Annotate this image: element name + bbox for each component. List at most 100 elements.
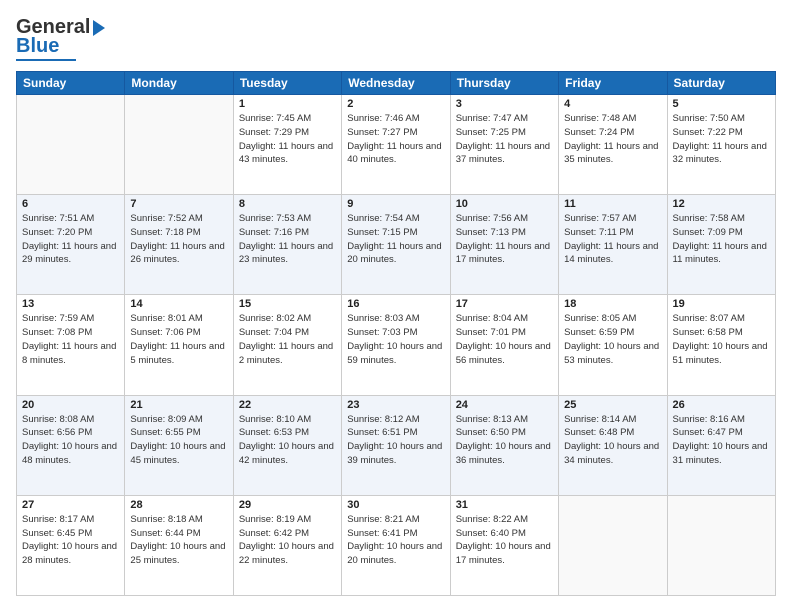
day-number: 19	[673, 298, 770, 310]
day-number: 2	[347, 98, 444, 110]
day-info: Sunrise: 8:16 AM Sunset: 6:47 PM Dayligh…	[673, 413, 770, 468]
day-cell: 11Sunrise: 7:57 AM Sunset: 7:11 PM Dayli…	[559, 195, 667, 295]
logo: General Blue	[16, 16, 105, 61]
day-cell: 27 Sunrise: 8:17 AM Sunset: 6:45 PM Dayli…	[17, 495, 125, 595]
day-info: Sunrise: 8:03 AM Sunset: 7:03 PM Dayligh…	[347, 312, 444, 367]
day-info: Sunrise: 8:07 AM Sunset: 6:58 PM Dayligh…	[673, 312, 770, 367]
day-cell: 16 Sunrise: 8:03 AM Sunset: 7:03 PM Dayli…	[342, 295, 450, 395]
day-info: Sunrise: 7:52 AM Sunset: 7:18 PM Dayligh…	[130, 212, 227, 267]
day-cell: 6 Sunrise: 7:51 AM Sunset: 7:20 PM Daylig…	[17, 195, 125, 295]
day-info: Sunrise: 7:54 AM Sunset: 7:15 PM Dayligh…	[347, 212, 444, 267]
weekday-header: Tuesday	[233, 72, 341, 95]
day-number: 15	[239, 298, 336, 310]
day-cell: 1Sunrise: 7:45 AM Sunset: 7:29 PM Daylig…	[233, 95, 341, 195]
day-info: Sunrise: 7:50 AM Sunset: 7:22 PM Dayligh…	[673, 112, 770, 167]
day-cell: 25 Sunrise: 8:14 AM Sunset: 6:48 PM Dayli…	[559, 395, 667, 495]
day-info: Sunrise: 7:48 AM Sunset: 7:24 PM Dayligh…	[564, 112, 661, 167]
day-cell: 23Sunrise: 8:12 AM Sunset: 6:51 PM Dayli…	[342, 395, 450, 495]
day-number: 26	[673, 399, 770, 411]
day-info: Sunrise: 8:13 AM Sunset: 6:50 PM Dayligh…	[456, 413, 553, 468]
day-cell: 5 Sunrise: 7:50 AM Sunset: 7:22 PM Daylig…	[667, 95, 775, 195]
day-cell: 28Sunrise: 8:18 AM Sunset: 6:44 PM Dayli…	[125, 495, 233, 595]
day-info: Sunrise: 8:22 AM Sunset: 6:40 PM Dayligh…	[456, 513, 553, 568]
day-cell: 17 Sunrise: 8:04 AM Sunset: 7:01 PM Dayli…	[450, 295, 558, 395]
day-info: Sunrise: 7:47 AM Sunset: 7:25 PM Dayligh…	[456, 112, 553, 167]
day-info: Sunrise: 8:05 AM Sunset: 6:59 PM Dayligh…	[564, 312, 661, 367]
day-number: 18	[564, 298, 661, 310]
day-cell: 19 Sunrise: 8:07 AM Sunset: 6:58 PM Dayli…	[667, 295, 775, 395]
day-cell: 31 Sunrise: 8:22 AM Sunset: 6:40 PM Dayli…	[450, 495, 558, 595]
logo-blue: Blue	[16, 35, 59, 58]
page: General Blue SundayMondayTuesdayWednesda…	[0, 0, 792, 612]
day-number: 5	[673, 98, 770, 110]
logo-underline	[16, 59, 76, 61]
day-number: 16	[347, 298, 444, 310]
day-info: Sunrise: 7:58 AM Sunset: 7:09 PM Dayligh…	[673, 212, 770, 267]
day-number: 29	[239, 499, 336, 511]
day-number: 17	[456, 298, 553, 310]
day-cell: 18 Sunrise: 8:05 AM Sunset: 6:59 PM Dayli…	[559, 295, 667, 395]
day-info: Sunrise: 8:08 AM Sunset: 6:56 PM Dayligh…	[22, 413, 119, 468]
empty-cell	[125, 95, 233, 195]
day-number: 28	[130, 499, 227, 511]
day-cell: 3 Sunrise: 7:47 AM Sunset: 7:25 PM Daylig…	[450, 95, 558, 195]
logo-arrow-icon	[93, 20, 105, 36]
day-number: 21	[130, 399, 227, 411]
day-cell: 15Sunrise: 8:02 AM Sunset: 7:04 PM Dayli…	[233, 295, 341, 395]
day-number: 9	[347, 198, 444, 210]
day-number: 27	[22, 499, 119, 511]
weekday-header: Saturday	[667, 72, 775, 95]
empty-cell	[559, 495, 667, 595]
day-cell: 26 Sunrise: 8:16 AM Sunset: 6:47 PM Dayli…	[667, 395, 775, 495]
day-info: Sunrise: 8:17 AM Sunset: 6:45 PM Dayligh…	[22, 513, 119, 568]
day-number: 13	[22, 298, 119, 310]
day-info: Sunrise: 7:56 AM Sunset: 7:13 PM Dayligh…	[456, 212, 553, 267]
day-number: 30	[347, 499, 444, 511]
weekday-header: Sunday	[17, 72, 125, 95]
day-cell: 29 Sunrise: 8:19 AM Sunset: 6:42 PM Dayli…	[233, 495, 341, 595]
day-number: 1	[239, 98, 336, 110]
day-cell: 24Sunrise: 8:13 AM Sunset: 6:50 PM Dayli…	[450, 395, 558, 495]
day-number: 31	[456, 499, 553, 511]
day-number: 4	[564, 98, 661, 110]
day-number: 25	[564, 399, 661, 411]
empty-cell	[667, 495, 775, 595]
day-info: Sunrise: 8:04 AM Sunset: 7:01 PM Dayligh…	[456, 312, 553, 367]
day-info: Sunrise: 7:53 AM Sunset: 7:16 PM Dayligh…	[239, 212, 336, 267]
day-cell: 20 Sunrise: 8:08 AM Sunset: 6:56 PM Dayli…	[17, 395, 125, 495]
day-info: Sunrise: 8:21 AM Sunset: 6:41 PM Dayligh…	[347, 513, 444, 568]
day-info: Sunrise: 7:59 AM Sunset: 7:08 PM Dayligh…	[22, 312, 119, 367]
day-cell: 22 Sunrise: 8:10 AM Sunset: 6:53 PM Dayli…	[233, 395, 341, 495]
day-number: 22	[239, 399, 336, 411]
day-info: Sunrise: 8:19 AM Sunset: 6:42 PM Dayligh…	[239, 513, 336, 568]
day-cell: 4 Sunrise: 7:48 AM Sunset: 7:24 PM Daylig…	[559, 95, 667, 195]
day-cell: 14 Sunrise: 8:01 AM Sunset: 7:06 PM Dayli…	[125, 295, 233, 395]
day-info: Sunrise: 8:09 AM Sunset: 6:55 PM Dayligh…	[130, 413, 227, 468]
day-info: Sunrise: 8:10 AM Sunset: 6:53 PM Dayligh…	[239, 413, 336, 468]
day-number: 12	[673, 198, 770, 210]
day-cell: 12 Sunrise: 7:58 AM Sunset: 7:09 PM Dayli…	[667, 195, 775, 295]
day-info: Sunrise: 8:01 AM Sunset: 7:06 PM Dayligh…	[130, 312, 227, 367]
day-cell: 10 Sunrise: 7:56 AM Sunset: 7:13 PM Dayli…	[450, 195, 558, 295]
day-number: 20	[22, 399, 119, 411]
day-info: Sunrise: 8:12 AM Sunset: 6:51 PM Dayligh…	[347, 413, 444, 468]
day-cell: 9 Sunrise: 7:54 AM Sunset: 7:15 PM Daylig…	[342, 195, 450, 295]
day-number: 6	[22, 198, 119, 210]
day-number: 14	[130, 298, 227, 310]
weekday-header: Thursday	[450, 72, 558, 95]
weekday-header: Wednesday	[342, 72, 450, 95]
day-number: 3	[456, 98, 553, 110]
day-number: 10	[456, 198, 553, 210]
day-number: 7	[130, 198, 227, 210]
day-cell: 13 Sunrise: 7:59 AM Sunset: 7:08 PM Dayli…	[17, 295, 125, 395]
day-info: Sunrise: 8:14 AM Sunset: 6:48 PM Dayligh…	[564, 413, 661, 468]
day-cell: 30 Sunrise: 8:21 AM Sunset: 6:41 PM Dayli…	[342, 495, 450, 595]
weekday-header: Friday	[559, 72, 667, 95]
day-cell: 8Sunrise: 7:53 AM Sunset: 7:16 PM Daylig…	[233, 195, 341, 295]
calendar-table: SundayMondayTuesdayWednesdayThursdayFrid…	[16, 71, 776, 596]
day-info: Sunrise: 7:51 AM Sunset: 7:20 PM Dayligh…	[22, 212, 119, 267]
weekday-header: Monday	[125, 72, 233, 95]
day-cell: 21 Sunrise: 8:09 AM Sunset: 6:55 PM Dayli…	[125, 395, 233, 495]
empty-cell	[17, 95, 125, 195]
day-number: 11	[564, 198, 661, 210]
